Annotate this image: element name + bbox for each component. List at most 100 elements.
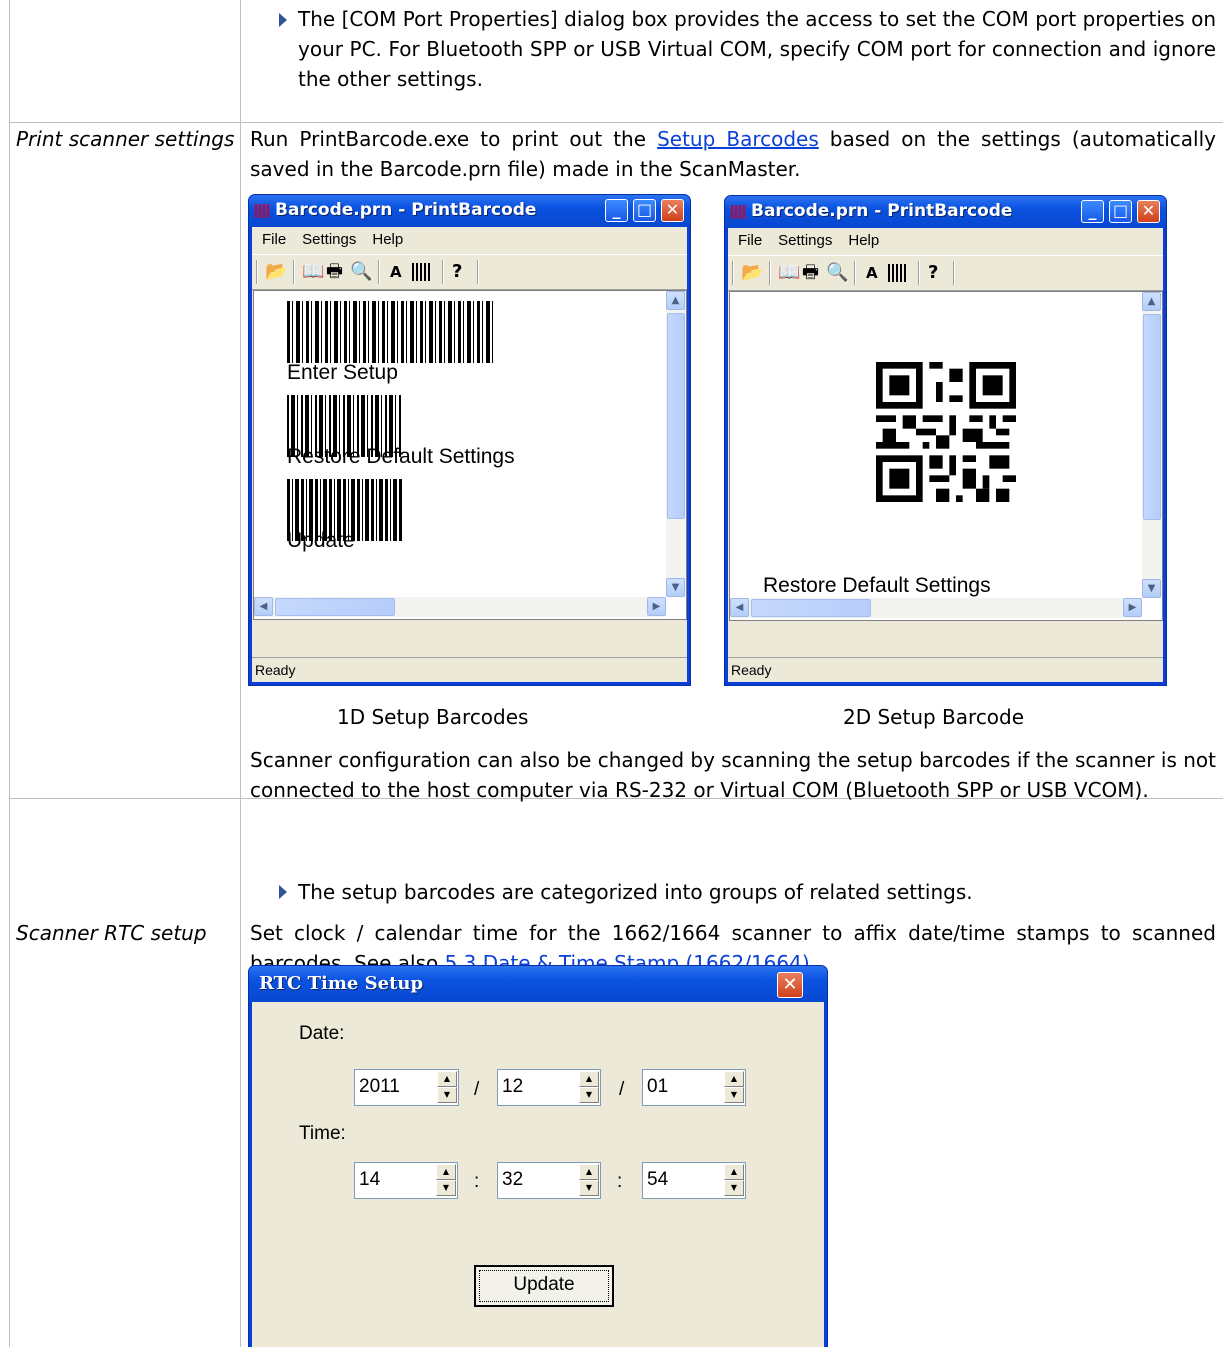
toolbar-separator [378,260,380,284]
month-value: 12 [502,1076,524,1097]
scroll-down-icon[interactable]: ▼ [666,578,685,597]
menu-settings[interactable]: Settings [778,232,832,249]
document-view: Enter Setup Restore Default Settings Upd… [253,290,687,620]
toolbar-separator [953,261,955,285]
toolbar-separator [854,261,856,285]
scroll-left-icon[interactable]: ◀ [254,597,273,616]
bullet-icon [279,13,287,27]
hour-spinner[interactable]: 14 ▲ ▼ [354,1162,458,1199]
row-divider-1 [9,122,1223,123]
day-spinner[interactable]: 01 ▲ ▼ [642,1069,746,1106]
toolbar-separator [769,261,771,285]
hour-value: 14 [359,1169,381,1190]
print-icon[interactable]: 🖶 [326,261,343,283]
close-icon[interactable]: ✕ [1137,200,1160,223]
time-separator: : [474,1171,480,1192]
vertical-scrollbar[interactable]: ▲ ▼ [1142,292,1162,598]
scroll-thumb[interactable] [667,313,685,519]
spin-up-icon[interactable]: ▲ [724,1164,744,1180]
toolbar-separator [442,260,444,284]
horizontal-scrollbar[interactable]: ◀ ▶ [254,597,666,617]
book-icon[interactable]: 📖 [778,262,800,284]
barcode-icon[interactable] [888,264,908,282]
barcode-icon[interactable] [412,263,432,281]
minimize-icon[interactable]: _ [1081,200,1104,223]
menu-help[interactable]: Help [372,231,403,248]
title-bar: RTC Time Setup ✕ [249,966,827,1002]
menu-file[interactable]: File [262,231,286,248]
scroll-thumb[interactable] [275,598,395,616]
spin-up-icon[interactable]: ▲ [579,1164,599,1180]
print-icon[interactable]: 🖶 [802,262,819,284]
caption-1d: 1D Setup Barcodes [337,705,529,729]
app-icon [731,205,747,219]
maximize-icon[interactable]: □ [1109,200,1132,223]
close-icon[interactable]: ✕ [777,972,803,998]
vertical-scrollbar[interactable]: ▲ ▼ [666,291,686,597]
scroll-up-icon[interactable]: ▲ [1142,292,1161,311]
setup-barcodes-note: The setup barcodes are categorized into … [298,880,973,904]
book-icon[interactable]: 📖 [302,261,324,283]
year-spinner[interactable]: 2011 ▲ ▼ [354,1069,459,1106]
scroll-right-icon[interactable]: ▶ [647,597,666,616]
minute-value: 32 [502,1169,524,1190]
menu-settings[interactable]: Settings [302,231,356,248]
time-label: Time: [299,1123,346,1144]
com-port-note: The [COM Port Properties] dialog box pro… [298,7,1216,91]
spin-up-icon[interactable]: ▲ [436,1164,456,1180]
second-value: 54 [647,1169,669,1190]
help-icon[interactable]: ? [452,261,462,283]
minimize-icon[interactable]: _ [605,199,628,222]
month-spinner[interactable]: 12 ▲ ▼ [497,1069,601,1106]
scroll-left-icon[interactable]: ◀ [730,598,749,617]
barcode-label: Update [287,529,355,552]
spin-down-icon[interactable]: ▼ [436,1180,456,1196]
barcode-label: Enter Setup [287,361,398,384]
update-button[interactable]: Update [474,1265,614,1307]
update-button-label: Update [513,1274,575,1295]
close-icon[interactable]: ✕ [661,199,684,222]
scroll-thumb[interactable] [1143,314,1161,520]
status-bar: Ready [252,657,687,682]
window-title: Barcode.prn - PrintBarcode [751,201,1013,221]
spin-up-icon[interactable]: ▲ [437,1071,457,1087]
spin-up-icon[interactable]: ▲ [724,1071,744,1087]
date-separator: / [474,1079,480,1100]
toolbar-separator [732,261,734,285]
spin-down-icon[interactable]: ▼ [437,1087,457,1103]
toolbar: 📂 📖 🖶 🔍 A ? [728,255,1163,291]
spin-down-icon[interactable]: ▼ [579,1087,599,1103]
scroll-right-icon[interactable]: ▶ [1123,598,1142,617]
maximize-icon[interactable]: □ [633,199,656,222]
scroll-down-icon[interactable]: ▼ [1142,579,1161,598]
printbarcode-window-1d: Barcode.prn - PrintBarcode _ □ ✕ File Set… [248,194,691,686]
spin-down-icon[interactable]: ▼ [579,1180,599,1196]
print-preview-icon[interactable]: 🔍 [826,262,848,284]
font-icon[interactable]: A [866,262,878,284]
open-folder-icon[interactable]: 📂 [741,262,763,284]
status-bar: Ready [728,657,1163,682]
minute-spinner[interactable]: 32 ▲ ▼ [497,1162,601,1199]
scroll-up-icon[interactable]: ▲ [666,291,685,310]
spin-up-icon[interactable]: ▲ [579,1071,599,1087]
table-border-left [9,0,10,1347]
table-border-mid [240,0,241,1347]
open-folder-icon[interactable]: 📂 [265,261,287,283]
toolbar-separator [918,261,920,285]
second-spinner[interactable]: 54 ▲ ▼ [642,1162,746,1199]
help-icon[interactable]: ? [928,262,938,284]
scroll-thumb[interactable] [751,599,871,617]
horizontal-scrollbar[interactable]: ◀ ▶ [730,598,1142,618]
title-bar: Barcode.prn - PrintBarcode _ □ ✕ [725,196,1166,228]
rtc-time-setup-dialog: RTC Time Setup ✕ Date: 2011 ▲ ▼ / 12 ▲ ▼ /… [248,965,828,1347]
document-view: Restore Default Settings ▲ ▼ ◀ ▶ [729,291,1163,621]
print-preview-icon[interactable]: 🔍 [350,261,372,283]
menu-file[interactable]: File [738,232,762,249]
spin-down-icon[interactable]: ▼ [724,1180,744,1196]
menu-bar: File Settings Help [728,228,1163,254]
spin-down-icon[interactable]: ▼ [724,1087,744,1103]
row-label-print: Print scanner settings [16,127,235,151]
menu-help[interactable]: Help [848,232,879,249]
setup-barcodes-link[interactable]: Setup Barcodes [657,127,819,151]
font-icon[interactable]: A [390,261,402,283]
